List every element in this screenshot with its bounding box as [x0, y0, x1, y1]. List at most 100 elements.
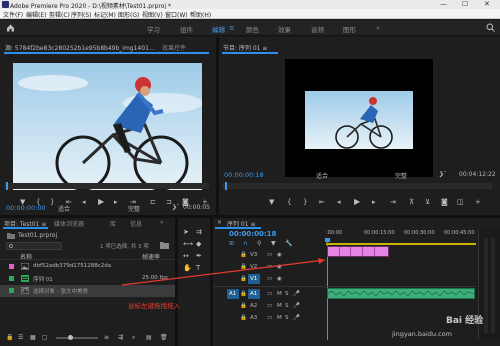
menu-view[interactable]: 视图(V)	[142, 10, 163, 19]
menu-help[interactable]: 帮助(H)	[190, 10, 211, 19]
track-sync-icon[interactable]: ▭	[267, 291, 272, 297]
overwrite-icon[interactable]: ⊐	[166, 198, 172, 206]
automate-icon[interactable]: ⇶	[118, 334, 123, 341]
source-playhead[interactable]	[6, 182, 8, 190]
project-more-icon[interactable]: »	[160, 219, 164, 226]
video-clip[interactable]	[327, 246, 389, 257]
home-icon[interactable]	[6, 23, 15, 32]
time-ruler[interactable]: :00:00 00:00:15:00 00:00:30:00 00:00:45:…	[326, 230, 476, 242]
icon-view-icon[interactable]: ▦	[30, 334, 36, 341]
mic-icon[interactable]: 🎤	[293, 315, 300, 321]
freeform-view-icon[interactable]: ▢	[42, 334, 48, 341]
menu-file[interactable]: 文件(F)	[3, 10, 23, 19]
program-tab[interactable]: 节目: 序列 01 ≡	[223, 43, 267, 52]
workspace-tab-effects[interactable]: 效果	[278, 24, 291, 34]
workspace-tab-editing[interactable]: 编辑	[212, 24, 225, 34]
workspace-tab-learn[interactable]: 学习	[147, 24, 160, 34]
program-go-to-in-icon[interactable]: ⇤	[319, 198, 325, 206]
lock-icon[interactable]: 🔒	[6, 334, 13, 341]
program-mark-in-icon[interactable]: ▼	[269, 198, 274, 206]
go-to-out-icon[interactable]: ⇥	[130, 198, 136, 206]
search-icon[interactable]	[486, 23, 495, 32]
workspace-more-icon[interactable]: »	[376, 24, 380, 32]
extract-icon[interactable]: ⊻	[425, 198, 430, 206]
selection-tool-icon[interactable]: ➤	[183, 228, 189, 236]
mark-in-icon[interactable]: ▼	[20, 198, 25, 206]
program-wrench-icon[interactable]	[439, 171, 446, 178]
source-tab[interactable]: 源: 5784f2be83c280252b1e95b8b49b_img14012…	[5, 43, 155, 52]
program-bracket-out-icon[interactable]: }	[303, 198, 307, 206]
close-sequence-icon[interactable]: ×	[217, 219, 222, 226]
step-forward-icon[interactable]: ▸	[114, 198, 118, 206]
go-to-in-icon[interactable]: ⇤	[66, 198, 72, 206]
sort-icon[interactable]: ≡	[104, 334, 109, 341]
minimize-button[interactable]: —	[440, 0, 447, 8]
close-button[interactable]: ✕	[484, 0, 490, 8]
track-lock-icon[interactable]: 🔒	[240, 303, 247, 309]
mic-icon[interactable]: 🎤	[293, 291, 300, 297]
program-add-button[interactable]: +	[475, 198, 481, 206]
mic-icon[interactable]: 🎤	[293, 303, 300, 309]
solo-button[interactable]: S	[285, 303, 289, 309]
camera-icon[interactable]: ◙	[182, 198, 189, 206]
program-step-back-icon[interactable]: ◂	[337, 198, 341, 206]
list-view-icon[interactable]: ☰	[18, 334, 23, 341]
mute-button[interactable]: M	[277, 315, 282, 321]
source-scrubber[interactable]	[4, 182, 209, 190]
insert-icon[interactable]: ⊏	[150, 198, 156, 206]
menu-edit[interactable]: 编辑(E)	[26, 10, 46, 19]
solo-button[interactable]: S	[285, 291, 289, 297]
solo-button[interactable]: S	[285, 315, 289, 321]
program-bracket-in-icon[interactable]: {	[287, 198, 291, 206]
program-play-icon[interactable]: ▶	[354, 197, 360, 206]
menu-sequence[interactable]: 序列(S)	[71, 10, 92, 19]
bracket-out-icon[interactable]: }	[50, 198, 54, 206]
cyclist-thumbnail	[305, 91, 413, 149]
program-fit-select[interactable]: 适合	[316, 171, 328, 180]
workspace-menu-icon[interactable]: ≡	[229, 24, 234, 32]
menu-clip[interactable]: 剪辑(C)	[49, 10, 70, 19]
timeline-timecode[interactable]: 00:00:00:18	[229, 230, 276, 238]
find-icon[interactable]: ⌕	[132, 334, 135, 342]
program-quality-select[interactable]: 完整	[395, 171, 407, 180]
media-browser-tab[interactable]: 媒体浏览器	[54, 219, 84, 228]
track-lock-icon[interactable]: 🔒	[240, 315, 247, 321]
workspace-tab-audio[interactable]: 音频	[311, 24, 324, 34]
program-timecode[interactable]: 00:00:00:18	[224, 171, 264, 179]
program-go-to-out-icon[interactable]: ⇥	[390, 198, 396, 206]
program-playhead[interactable]	[225, 182, 227, 190]
program-scrubber[interactable]	[222, 182, 492, 190]
bracket-in-icon[interactable]: {	[36, 198, 40, 206]
menu-graphics[interactable]: 图形(G)	[118, 10, 139, 19]
menu-window[interactable]: 窗口(W)	[165, 10, 188, 19]
effect-controls-tab[interactable]: 效果控件	[162, 43, 186, 52]
audio-clip[interactable]	[327, 288, 475, 299]
track-select-tool-icon[interactable]: ⇉	[196, 228, 202, 236]
menu-marker[interactable]: 标记(M)	[94, 10, 116, 19]
track-lock-icon[interactable]: 🔒	[240, 291, 247, 297]
add-button[interactable]: +	[202, 198, 208, 206]
work-area-bar[interactable]	[326, 243, 476, 245]
maximize-button[interactable]: ☐	[462, 0, 468, 8]
mute-button[interactable]: M	[277, 303, 282, 309]
step-back-icon[interactable]: ◂	[82, 198, 86, 206]
mute-button[interactable]: M	[277, 291, 282, 297]
play-icon[interactable]: ▶	[98, 197, 104, 206]
workspace-tab-assembly[interactable]: 组件	[180, 24, 193, 34]
info-tab[interactable]: 信息	[130, 219, 142, 228]
project-search-input[interactable]	[6, 242, 62, 250]
workspace-tab-graphics[interactable]: 图形	[343, 24, 356, 34]
track-sync-icon[interactable]: ▭	[267, 303, 272, 309]
libraries-tab[interactable]: 库	[110, 219, 116, 228]
lift-icon[interactable]: ⊼	[409, 198, 414, 206]
trash-icon[interactable]: 🗑	[160, 334, 168, 341]
column-name[interactable]: 名称	[20, 252, 32, 261]
program-image	[305, 91, 413, 149]
program-step-forward-icon[interactable]: ▸	[372, 198, 376, 206]
program-camera-icon[interactable]: ◙	[441, 198, 448, 206]
workspace-tab-color[interactable]: 颜色	[246, 24, 259, 34]
new-item-icon[interactable]: ▤	[146, 334, 152, 341]
comparison-icon[interactable]: ◫	[457, 198, 464, 206]
zoom-slider[interactable]	[56, 335, 98, 340]
track-sync-icon[interactable]: ▭	[267, 315, 272, 321]
